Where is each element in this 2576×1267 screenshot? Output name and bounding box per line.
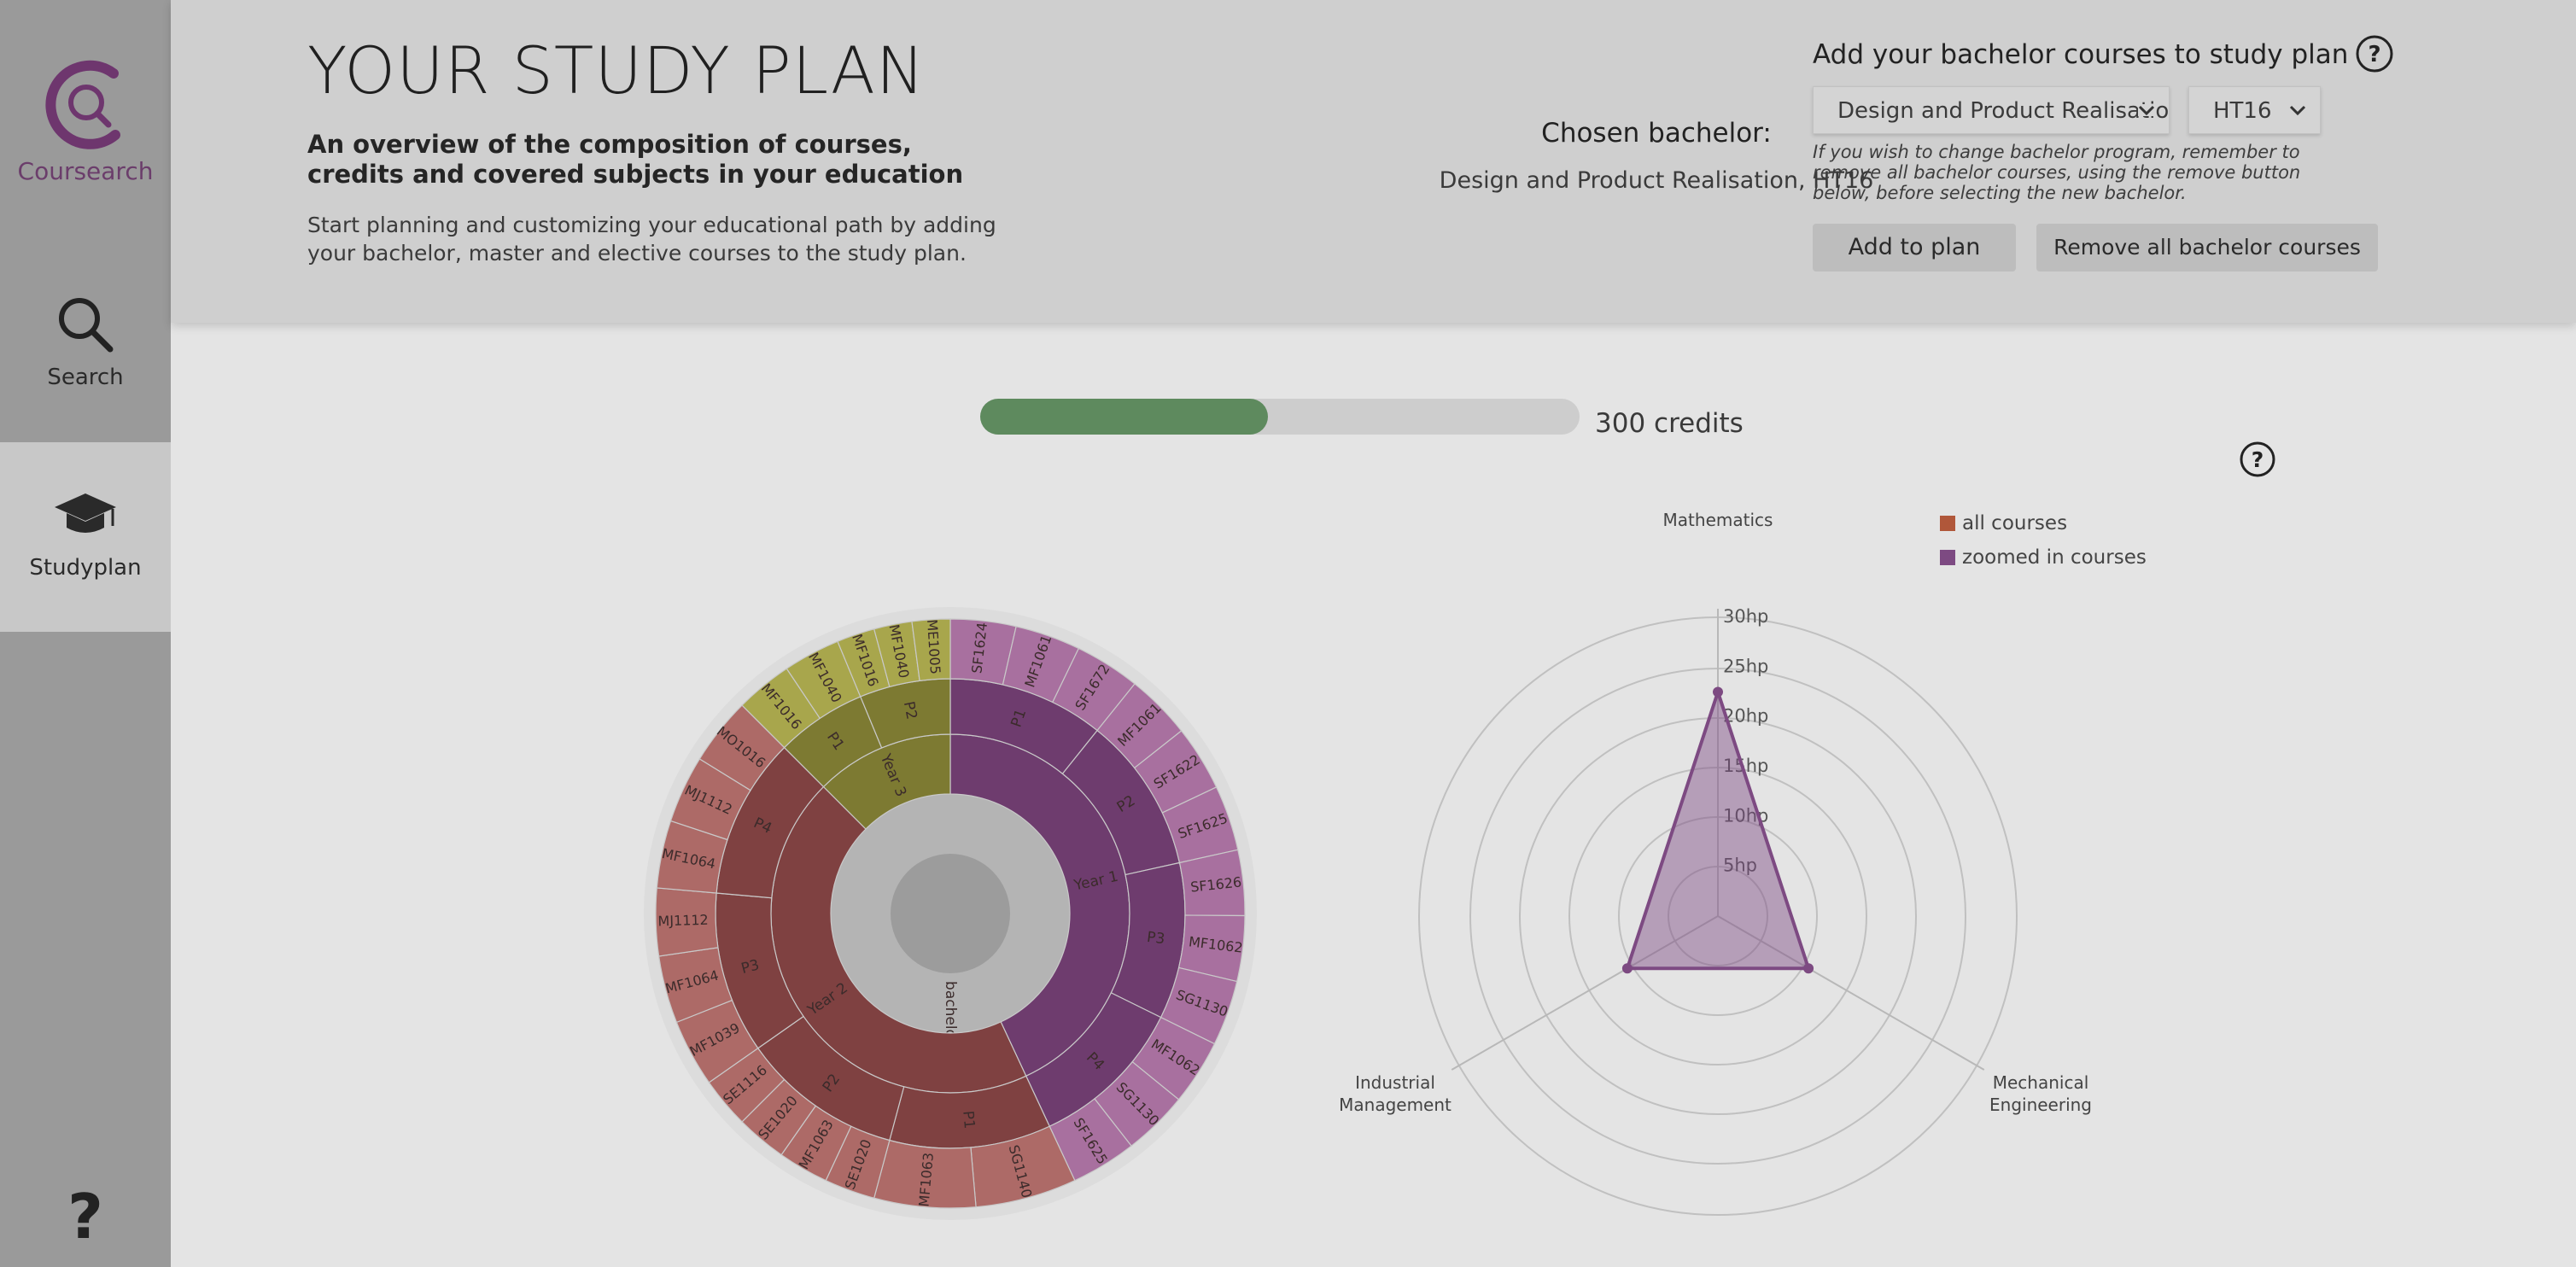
legend-item[interactable]: all courses (1940, 506, 2147, 540)
sunburst-course-label: MJ1112 (657, 912, 709, 930)
radar-point[interactable] (1803, 963, 1814, 974)
logo-label: Coursearch (17, 157, 154, 185)
sunburst-center[interactable] (891, 854, 1010, 973)
program-select[interactable]: Design and Product Realisation (1813, 86, 2170, 134)
add-courses-title: Add your bachelor courses to study plan (1813, 39, 2349, 70)
radar-point[interactable] (1713, 686, 1723, 698)
radar-series-zoomed[interactable] (1625, 686, 1811, 971)
svg-text:?: ? (2252, 447, 2264, 472)
sunburst-period-label: P1 (959, 1110, 978, 1130)
graduation-cap-icon (55, 493, 116, 533)
term-select[interactable]: HT16 (2188, 86, 2321, 134)
search-icon (59, 298, 114, 353)
svg-text:?: ? (2368, 42, 2380, 67)
remove-all-bachelor-courses-button[interactable]: Remove all bachelor courses (2036, 224, 2378, 272)
change-program-note: If you wish to change bachelor program, … (1813, 142, 2301, 203)
radar-tick-label: 25hp (1723, 656, 1768, 676)
legend-label: zoomed in courses (1962, 546, 2147, 569)
logo[interactable]: Coursearch (0, 51, 171, 185)
chart-help-button[interactable]: ? (2239, 441, 2276, 482)
radar-point[interactable] (1621, 963, 1633, 974)
legend-swatch (1940, 550, 1955, 565)
sidebar-item-search[interactable]: Search (0, 295, 171, 390)
legend-label: all courses (1962, 512, 2068, 534)
credits-progress-bar (980, 399, 1580, 435)
question-icon: ? (2356, 35, 2393, 73)
chevron-down-icon (2289, 105, 2306, 116)
sunburst-period-label: P2 (900, 700, 920, 721)
legend-item[interactable]: zoomed in courses (1940, 540, 2147, 575)
sidebar: Coursearch Search Studyplan ? (0, 0, 171, 1267)
radar-axis-label: Mathematics (1663, 510, 1773, 530)
page-description: Start planning and customizing your educ… (307, 213, 996, 266)
page-subtitle: An overview of the composition of course… (307, 130, 964, 189)
credits-label: 300 credits (1595, 408, 1744, 439)
question-icon: ? (2240, 441, 2275, 477)
program-select-value: Design and Product Realisation (1837, 98, 2170, 124)
sunburst-period-label: P3 (1146, 929, 1165, 948)
radar-legend: all courses zoomed in courses (1940, 506, 2147, 575)
radar-axis-label: Mechanical (1993, 1072, 2089, 1093)
radar-axis-label: Industrial (1355, 1072, 1435, 1093)
coursearch-logo-icon (45, 60, 120, 149)
radar-tick-label: 30hp (1723, 606, 1768, 627)
page-title: YOUR STUDY PLAN (307, 32, 926, 108)
credits-progress-fill (980, 399, 1268, 435)
sidebar-item-studyplan[interactable]: Studyplan (0, 442, 171, 632)
radar-axis-label: Engineering (1989, 1095, 2092, 1115)
radar-axis-label: Management (1339, 1095, 1452, 1115)
chevron-down-icon (2138, 104, 2155, 116)
add-help-button[interactable]: ? (2355, 34, 2394, 77)
help-button[interactable]: ? (0, 1182, 171, 1251)
term-select-value: HT16 (2213, 98, 2272, 124)
sidebar-item-label: Search (47, 365, 124, 390)
legend-swatch (1940, 516, 1955, 531)
sidebar-item-label: Studyplan (29, 555, 142, 581)
sunburst-chart[interactable]: bachelorYear 1P1SF1624 MF1061 SF1672P2MF10… (598, 581, 1315, 1247)
question-icon: ? (67, 1181, 103, 1252)
radar-chart: 5hp10hp15hp20hp25hp30hpMathematicsMechan… (1339, 510, 2092, 1216)
add-to-plan-button[interactable]: Add to plan (1813, 224, 2016, 272)
